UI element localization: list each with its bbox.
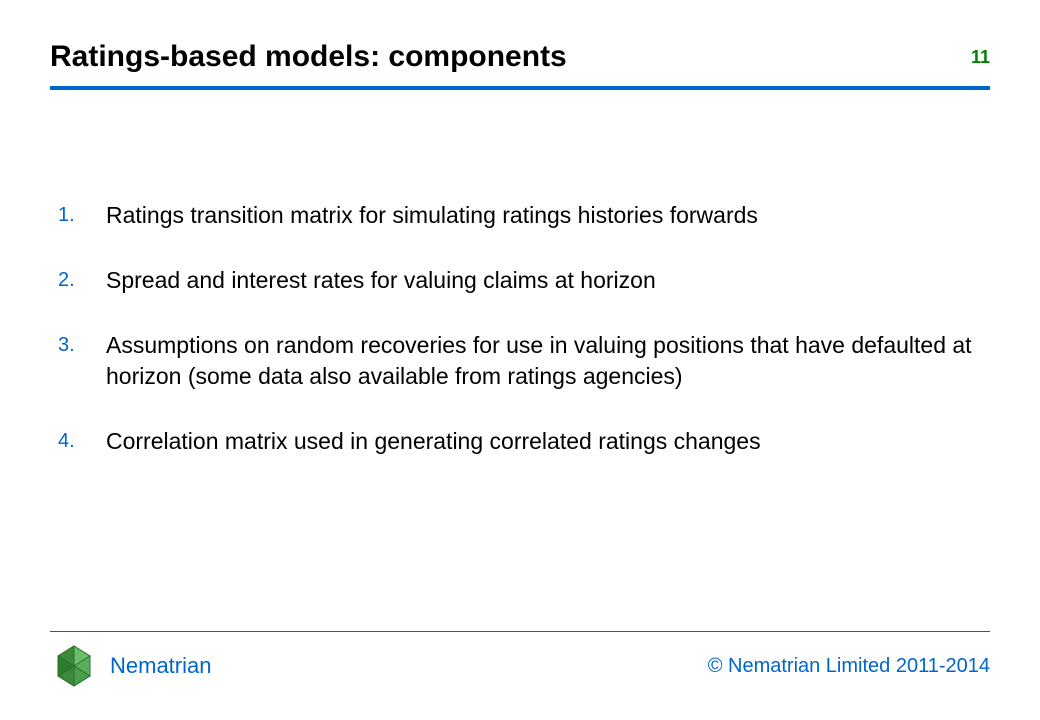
list-item-text: Correlation matrix used in generating co… xyxy=(106,426,990,457)
list-item-number: 2. xyxy=(58,265,106,294)
list-item-text: Spread and interest rates for valuing cl… xyxy=(106,265,990,296)
copyright-text: © Nematrian Limited 2011-2014 xyxy=(708,655,990,678)
slide-footer: Nematrian © Nematrian Limited 2011-2014 xyxy=(50,631,990,690)
slide-container: Ratings-based models: components 11 1. R… xyxy=(0,0,1040,720)
footer-left: Nematrian xyxy=(50,642,211,690)
slide-title: Ratings-based models: components xyxy=(50,40,567,74)
list-item-text: Ratings transition matrix for simulating… xyxy=(106,200,990,231)
list-item-text: Assumptions on random recoveries for use… xyxy=(106,330,990,392)
brand-name: Nematrian xyxy=(110,653,211,679)
list-item-number: 4. xyxy=(58,426,106,455)
list-item: 3. Assumptions on random recoveries for … xyxy=(58,330,990,392)
list-item-number: 3. xyxy=(58,330,106,359)
list-item-number: 1. xyxy=(58,200,106,229)
slide-header: Ratings-based models: components 11 xyxy=(50,40,990,90)
list-item: 4. Correlation matrix used in generating… xyxy=(58,426,990,457)
list-item: 1. Ratings transition matrix for simulat… xyxy=(58,200,990,231)
page-number: 11 xyxy=(971,47,990,68)
list-item: 2. Spread and interest rates for valuing… xyxy=(58,265,990,296)
slide-content: 1. Ratings transition matrix for simulat… xyxy=(50,100,990,631)
numbered-list: 1. Ratings transition matrix for simulat… xyxy=(58,200,990,457)
nematrian-logo-icon xyxy=(50,642,98,690)
